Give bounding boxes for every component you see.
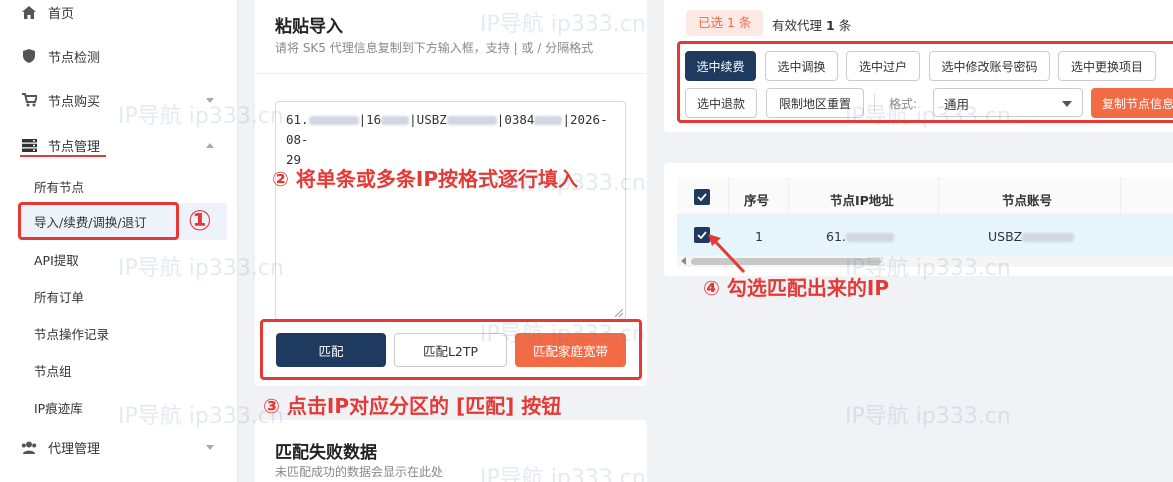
select-all-checkbox[interactable] <box>694 189 710 205</box>
format-select-value: 通用 <box>944 97 970 112</box>
reset-region-button[interactable]: 限制地区重置 <box>766 88 864 118</box>
sidebar-item-node-management[interactable]: 节点管理 <box>0 127 238 163</box>
sidebar-subitem-all-nodes[interactable]: 所有节点 <box>34 177 84 196</box>
step4-annotation: ④ 勾选匹配出来的IP <box>703 276 889 300</box>
row-account: USBZ <box>988 229 1075 244</box>
shield-icon <box>21 48 37 64</box>
change-password-button[interactable]: 选中修改账号密码 <box>929 51 1050 81</box>
row-ip: 61. <box>826 229 894 244</box>
refund-selected-button[interactable]: 选中退款 <box>685 88 757 118</box>
resize-handle-icon[interactable] <box>615 309 623 317</box>
sidebar-item-home[interactable]: 首页 <box>0 0 238 30</box>
fail-card-title: 匹配失败数据 <box>275 443 377 463</box>
table-row[interactable] <box>677 215 1173 255</box>
swap-selected-button[interactable]: 选中调换 <box>765 51 838 81</box>
column-header-ip: 节点IP地址 <box>830 193 894 208</box>
divider <box>255 73 647 74</box>
active-underline <box>20 155 106 157</box>
sidebar-item-node-purchase[interactable]: 节点购买 <box>0 82 238 118</box>
highlight-box-step1 <box>18 202 179 240</box>
match-button[interactable]: 匹配 <box>276 333 386 367</box>
chevron-down-icon <box>206 444 214 450</box>
divider <box>874 94 875 112</box>
column-header-index: 序号 <box>744 193 770 208</box>
row-index: 1 <box>755 229 763 244</box>
users-icon <box>21 439 37 455</box>
sidebar-subitem-node-group[interactable]: 节点组 <box>34 361 72 380</box>
match-l2tp-button[interactable]: 匹配L2TP <box>394 333 507 367</box>
paste-card-title: 粘贴导入 <box>275 17 343 37</box>
copy-node-info-button[interactable]: 复制节点信息 <box>1091 88 1173 118</box>
arrow-icon <box>708 234 746 274</box>
sidebar-item-label: 节点管理 <box>48 139 101 155</box>
sidebar-item-label: 代理管理 <box>48 441 101 457</box>
sidebar-item-proxy-management[interactable]: 代理管理 <box>0 429 238 465</box>
horizontal-scrollbar[interactable] <box>677 255 1173 267</box>
step3-annotation: ③ 点击IP对应分区的 [匹配] 按钮 <box>263 394 562 418</box>
paste-textarea[interactable]: 61. |16 |USBZ |0384 |2026-08- 29 <box>275 101 626 320</box>
watermark: IP导航 ip333.cn <box>845 404 1011 429</box>
selected-count-badge: 已选 1 条 <box>686 10 764 36</box>
sidebar-item-label: 节点购买 <box>48 94 101 110</box>
fail-card-subtitle: 未匹配成功的数据会显示在此处 <box>275 465 444 479</box>
cart-icon <box>21 92 37 108</box>
step2-annotation: ② 将单条或多条IP按格式逐行填入 <box>272 167 578 191</box>
paste-card-subtitle: 请将 SK5 代理信息复制到下方输入框，支持 | 或 / 分隔格式 <box>275 41 594 55</box>
server-icon <box>21 137 37 153</box>
format-label: 格式: <box>889 97 918 111</box>
sidebar-subitem-ip-trace[interactable]: IP痕迹库 <box>34 398 83 417</box>
transfer-selected-button[interactable]: 选中过户 <box>846 51 920 81</box>
sidebar-item-label: 首页 <box>48 6 75 22</box>
sidebar-subitem-api[interactable]: API提取 <box>34 250 79 269</box>
match-home-broadband-button[interactable]: 匹配家庭宽带 <box>515 333 626 367</box>
sidebar-subitem-operation-log[interactable]: 节点操作记录 <box>34 324 109 343</box>
column-header-account: 节点账号 <box>1002 193 1053 208</box>
chevron-down-icon <box>206 97 214 103</box>
step1-annotation: ① <box>188 204 212 237</box>
sidebar-item-node-check[interactable]: 节点检测 <box>0 38 238 74</box>
valid-proxy-count: 有效代理 1 条 <box>772 18 852 33</box>
renew-selected-button[interactable]: 选中续费 <box>685 51 756 81</box>
change-project-button[interactable]: 选中更换项目 <box>1058 51 1156 81</box>
sidebar-item-label: 节点检测 <box>48 50 101 66</box>
scroll-left-icon[interactable] <box>681 257 686 265</box>
chevron-up-icon <box>206 142 214 148</box>
sidebar: 首页 节点检测 节点购买 节点管理 所有节点 导入/续费/调换/退订 ① API… <box>0 0 238 482</box>
chevron-down-icon <box>1062 101 1072 107</box>
format-select[interactable]: 通用 <box>933 88 1083 117</box>
home-icon <box>21 4 37 20</box>
sidebar-subitem-orders[interactable]: 所有订单 <box>34 287 84 306</box>
check-icon <box>697 193 707 201</box>
